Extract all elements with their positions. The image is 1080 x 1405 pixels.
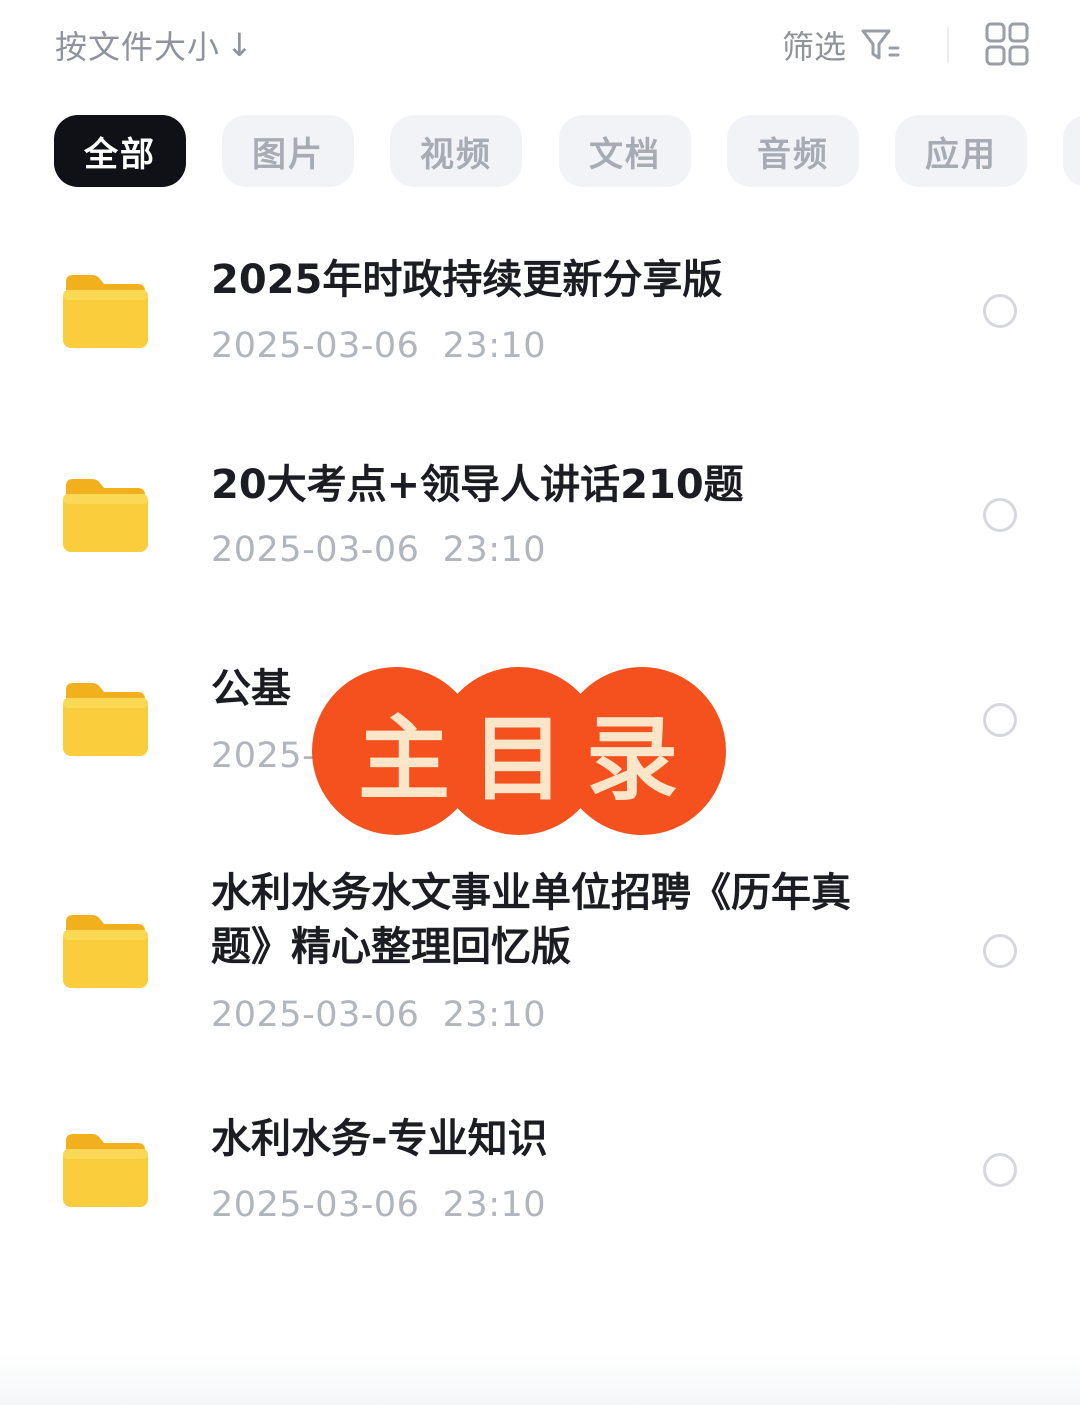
top-bar: 按文件大小 ↓ 筛选 xyxy=(0,0,1080,95)
folder-icon xyxy=(63,915,148,988)
file-date: 2025-03-06 23:10 xyxy=(211,326,547,366)
file-name: 20大考点+领导人讲话210题 xyxy=(211,462,744,508)
toolbar-divider xyxy=(947,27,949,63)
select-radio[interactable] xyxy=(983,1153,1017,1187)
folder-icon xyxy=(63,479,148,552)
tab-more[interactable] xyxy=(1063,115,1080,187)
filter-label: 筛选 xyxy=(782,28,847,66)
file-name: 水利水务-专业知识 xyxy=(211,1116,548,1162)
file-date: 2025-03-06 23:10 xyxy=(211,995,547,1035)
file-name: 2025年时政持续更新分享版 xyxy=(211,257,723,303)
file-date: 2025-03-06 23:10 xyxy=(211,1185,547,1225)
folder-icon xyxy=(63,683,148,756)
sort-label: 按文件大小 xyxy=(55,28,221,66)
sort-button[interactable]: 按文件大小 ↓ xyxy=(55,22,254,68)
category-tabs: 全部 图片 视频 文档 音频 应用 xyxy=(0,115,1080,189)
tab-documents[interactable]: 文档 xyxy=(559,115,691,187)
filter-icon xyxy=(861,29,900,60)
tab-apps[interactable]: 应用 xyxy=(895,115,1027,187)
grid-view-icon[interactable] xyxy=(985,22,1029,66)
sticker-text: 主目录 xyxy=(357,704,700,813)
select-radio[interactable] xyxy=(983,934,1017,968)
tab-all[interactable]: 全部 xyxy=(54,115,186,187)
folder-icon xyxy=(63,1134,148,1207)
bottom-fade xyxy=(0,1355,1080,1405)
select-radio[interactable] xyxy=(983,498,1017,532)
main-directory-sticker: 主目录 xyxy=(310,662,730,840)
select-radio[interactable] xyxy=(983,703,1017,737)
filter-button[interactable]: 筛选 xyxy=(782,22,900,68)
tab-videos[interactable]: 视频 xyxy=(390,115,522,187)
file-date: 2025-03-06 23:10 xyxy=(211,530,547,570)
tab-audio[interactable]: 音频 xyxy=(727,115,859,187)
file-name: 水利水务水文事业单位招聘《历年真题》精心整理回忆版 xyxy=(211,870,851,970)
folder-icon xyxy=(63,275,148,348)
sort-arrow-icon: ↓ xyxy=(226,26,254,64)
tab-images[interactable]: 图片 xyxy=(222,115,354,187)
file-name: 公基 xyxy=(211,666,291,712)
select-radio[interactable] xyxy=(983,294,1017,328)
